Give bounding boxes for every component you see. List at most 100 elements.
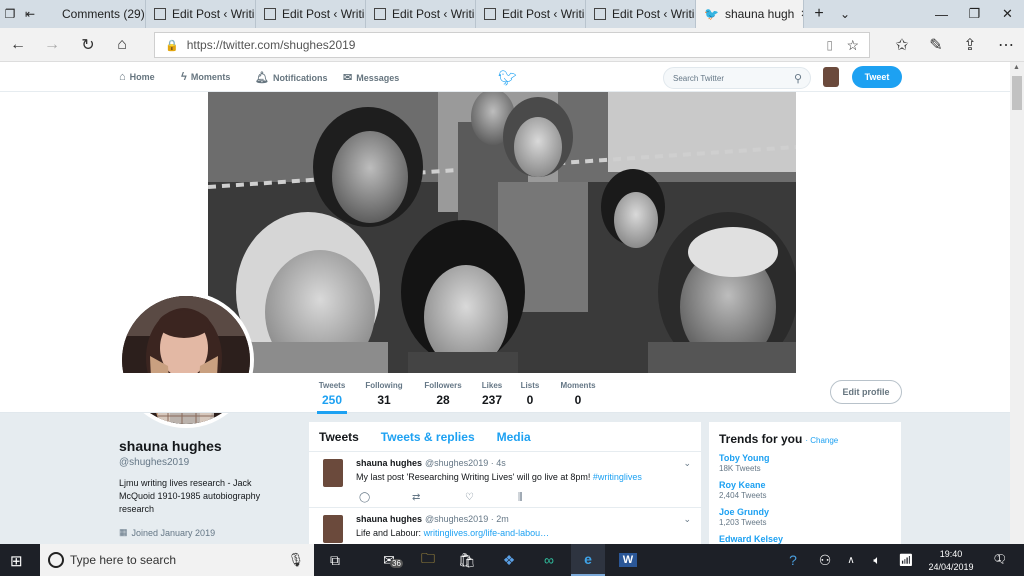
timeline: Tweets Tweets & replies Media shauna hug…: [309, 422, 701, 547]
tweet-button[interactable]: Tweet: [852, 66, 902, 88]
store-icon[interactable]: 🛍︎: [450, 544, 484, 576]
page-icon: [594, 8, 606, 20]
profile-handle[interactable]: @shughes2019: [119, 457, 189, 468]
favorites-icon[interactable]: ✩: [890, 34, 914, 56]
tweet-author[interactable]: shauna hughes @shughes2019 · 2m: [356, 514, 509, 524]
help-icon[interactable]: ?: [776, 544, 810, 576]
profile-name[interactable]: shauna hughes: [119, 438, 222, 454]
mail-icon[interactable]: ✉ 36: [372, 544, 406, 576]
trend-item[interactable]: Roy Keane 2,404 Tweets: [719, 480, 891, 500]
profile-joined: ▦ Joined January 2019: [119, 527, 215, 538]
edge-browser-icon[interactable]: e: [571, 544, 605, 576]
trends-heading: Trends for you · Change: [719, 432, 891, 446]
stat-label: Followers: [424, 381, 462, 390]
tweet-meta: @shughes2019 · 4s: [425, 458, 506, 468]
show-hidden-icons-chevron-icon[interactable]: ∧: [840, 544, 862, 576]
chevron-down-icon[interactable]: ⌄: [683, 458, 691, 469]
share-icon[interactable]: ⇪: [958, 34, 982, 56]
trend-name: Roy Keane: [719, 480, 766, 490]
dropbox-icon[interactable]: ❖: [492, 544, 526, 576]
stat-tweets[interactable]: Tweets 250: [317, 381, 347, 414]
action-center-icon[interactable]: 🗨︎ 1: [992, 552, 1007, 566]
stat-following[interactable]: Following 31: [364, 381, 404, 407]
browser-tab[interactable]: Edit Post ‹ Writir: [366, 0, 476, 28]
tab-media[interactable]: Media: [497, 430, 531, 444]
nav-label: Messages: [356, 72, 400, 83]
windows-start-icon[interactable]: ⊞: [10, 552, 23, 570]
close-window-icon[interactable]: ✕: [991, 0, 1024, 28]
nav-notifications[interactable]: 🔔︎ Notifications: [255, 71, 327, 84]
trend-item[interactable]: Toby Young 18K Tweets: [719, 453, 891, 473]
tweet-link[interactable]: writinglives.org/life-and-labou…: [424, 528, 550, 538]
word-icon[interactable]: W: [611, 544, 645, 576]
stat-moments[interactable]: Moments 0: [558, 381, 598, 407]
trend-item[interactable]: Joe Grundy 1,203 Tweets: [719, 507, 891, 527]
set-aside-tabs-icon[interactable]: ⇤: [20, 0, 40, 28]
task-view-icon[interactable]: ⧉: [318, 544, 352, 576]
reply-icon[interactable]: ◯: [359, 492, 412, 503]
tab-tweets[interactable]: Tweets: [319, 430, 359, 444]
retweet-icon[interactable]: ⇄: [412, 492, 465, 503]
stat-likes[interactable]: Likes 237: [479, 381, 505, 407]
windows-taskbar: ⊞ Type here to search 🎙︎ ⧉ ✉ 36 🗀 🛍︎ ❖ ∞ e…: [0, 544, 1024, 576]
analytics-icon[interactable]: ⫼: [518, 492, 571, 503]
taskbar-clock[interactable]: 19:40 24/04/2019: [925, 548, 977, 574]
header-photo[interactable]: [208, 92, 796, 373]
more-icon[interactable]: ⋯: [994, 34, 1018, 56]
browser-tab[interactable]: Comments (29) ‹: [54, 0, 146, 28]
forward-icon[interactable]: →: [40, 34, 64, 56]
microphone-icon[interactable]: 🎙︎: [287, 552, 304, 568]
tweet-avatar[interactable]: [323, 459, 343, 487]
taskbar-search-input[interactable]: Type here to search 🎙︎: [40, 544, 314, 576]
tab-actions-icon[interactable]: ❐: [0, 0, 20, 28]
new-tab-icon[interactable]: +: [804, 0, 834, 28]
wifi-icon[interactable]: 📶︎: [894, 544, 918, 576]
stat-label: Likes: [481, 381, 503, 390]
tweet[interactable]: shauna hughes @shughes2019 · 4s ⌄ My last…: [309, 452, 701, 508]
reading-view-icon[interactable]: ▯: [826, 38, 833, 52]
tweet-avatar[interactable]: [323, 515, 343, 543]
search-input[interactable]: Search Twitter ⚲: [663, 67, 811, 89]
hashtag-link[interactable]: #writinglives: [593, 472, 642, 482]
scroll-thumb[interactable]: [1012, 76, 1022, 110]
trend-item[interactable]: Edward Kelsey: [719, 534, 891, 544]
chevron-down-icon[interactable]: ⌄: [683, 514, 691, 525]
people-icon[interactable]: ⚇: [808, 544, 842, 576]
twitter-logo-icon[interactable]: 🐦︎: [498, 69, 517, 87]
scroll-up-icon[interactable]: ▲: [1013, 64, 1020, 71]
change-trends-link[interactable]: · Change: [805, 436, 838, 445]
browser-tab[interactable]: Edit Post ‹ Writir: [586, 0, 696, 28]
favorite-star-icon[interactable]: ☆: [846, 37, 859, 54]
like-icon[interactable]: ♡: [465, 492, 518, 503]
nav-messages[interactable]: ✉ Messages: [343, 71, 399, 84]
tweet-author[interactable]: shauna hughes @shughes2019 · 4s: [356, 458, 506, 468]
file-explorer-icon[interactable]: 🗀: [411, 544, 445, 576]
home-icon[interactable]: ⌂: [110, 34, 134, 56]
url-field[interactable]: 🔒 https://twitter.com/shughes2019 ▯ ☆: [154, 32, 870, 58]
nav-home[interactable]: ⌂ Home: [119, 71, 155, 83]
stat-followers[interactable]: Followers 28: [423, 381, 463, 407]
tweet[interactable]: shauna hughes @shughes2019 · 2m ⌄ Life an…: [309, 508, 701, 547]
page-scrollbar[interactable]: ▲: [1010, 62, 1024, 544]
stat-lists[interactable]: Lists 0: [520, 381, 540, 407]
account-avatar[interactable]: [823, 67, 839, 87]
page-icon: [264, 8, 276, 20]
tab-tweets-replies[interactable]: Tweets & replies: [381, 430, 475, 444]
edit-profile-button[interactable]: Edit profile: [830, 380, 902, 404]
notes-pen-icon[interactable]: ✎: [924, 34, 948, 56]
browser-tab-active[interactable]: 🐦shauna hugh✕: [696, 0, 804, 28]
refresh-icon[interactable]: ↻: [76, 34, 100, 56]
tab-label: Edit Post ‹ Writir: [282, 7, 366, 21]
infinity-app-icon[interactable]: ∞: [532, 544, 566, 576]
browser-tab[interactable]: Edit Post ‹ Writir: [476, 0, 586, 28]
browser-tab[interactable]: Edit Post ‹ Writir: [146, 0, 256, 28]
minimize-icon[interactable]: —: [925, 0, 958, 28]
tab-preview-chevron-icon[interactable]: ⌄: [834, 0, 856, 28]
nav-moments[interactable]: ϟ Moments: [181, 71, 230, 83]
restore-icon[interactable]: ❐: [958, 0, 991, 28]
trend-count: 2,404 Tweets: [719, 491, 767, 500]
browser-tab[interactable]: Edit Post ‹ Writir: [256, 0, 366, 28]
volume-icon[interactable]: 🔈︎: [866, 544, 888, 576]
back-icon[interactable]: ←: [6, 34, 30, 56]
tweet-text: Life and Labour: writinglives.org/life-a…: [356, 528, 549, 538]
